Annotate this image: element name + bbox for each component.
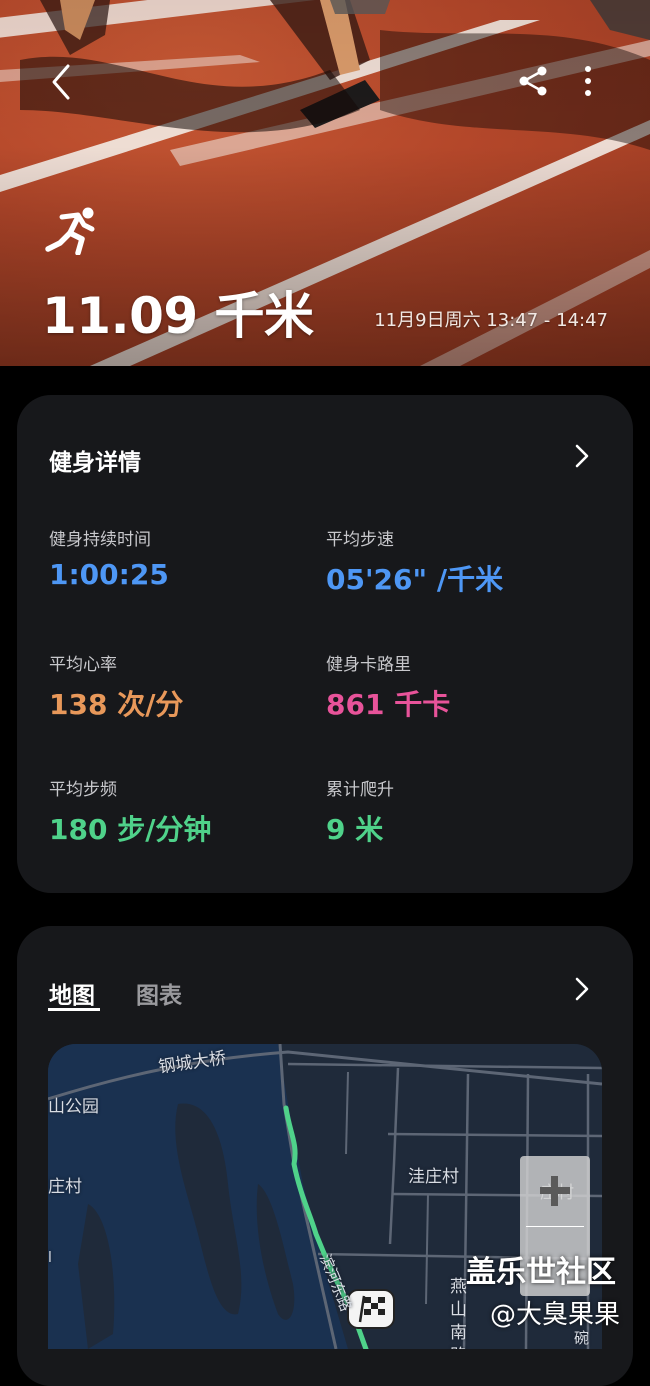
map-label-village-mid: 洼庄村 — [408, 1167, 459, 1187]
stat-label: 平均心率 — [49, 655, 117, 675]
stat-duration: 健身持续时间 1:00:25 — [49, 525, 169, 591]
running-person-icon — [45, 207, 95, 255]
stat-value: 05'26" /千米 — [326, 563, 504, 596]
distance-value: 11.09 千米 — [42, 287, 314, 345]
chevron-right-icon[interactable] — [573, 976, 591, 1002]
checkered-flag-icon — [347, 1289, 395, 1329]
active-tab-indicator — [48, 1008, 100, 1011]
chevron-right-icon[interactable] — [573, 443, 591, 469]
stat-label: 健身持续时间 — [49, 530, 151, 550]
map-label-edge: l — [48, 1250, 52, 1266]
stat-value: 180 步/分钟 — [49, 813, 212, 846]
back-chevron-icon[interactable] — [44, 62, 78, 102]
map-label-park: 山公园 — [48, 1097, 99, 1117]
stat-elevation-gain: 累计爬升 9 米 — [326, 775, 394, 848]
stat-label: 平均步频 — [49, 780, 117, 800]
workout-details-card[interactable]: 健身详情 健身持续时间 1:00:25 平均步速 05'26" /千米 平均心率… — [17, 395, 633, 893]
stat-avg-cadence: 平均步频 180 步/分钟 — [49, 775, 211, 848]
stat-label: 健身卡路里 — [326, 655, 411, 675]
stat-label: 平均步速 — [326, 530, 394, 550]
stat-value: 138 次/分 — [49, 688, 184, 721]
details-card-title: 健身详情 — [49, 450, 141, 476]
watermark-author: @大臭果果 — [490, 1300, 621, 1330]
tab-map[interactable]: 地图 — [49, 976, 95, 1010]
stat-value: 9 米 — [326, 813, 384, 846]
more-vertical-icon[interactable] — [576, 64, 600, 98]
stat-avg-pace: 平均步速 05'26" /千米 — [326, 525, 503, 598]
plus-icon[interactable] — [520, 1156, 590, 1226]
workout-timespan: 11月9日周六 13:47 - 14:47 — [374, 310, 608, 331]
workout-hero-banner: 11.09 千米 11月9日周六 13:47 - 14:47 — [0, 0, 650, 366]
share-icon[interactable] — [516, 64, 550, 98]
stat-value: 861 千卡 — [326, 688, 451, 721]
stat-label: 累计爬升 — [326, 780, 394, 800]
stat-calories: 健身卡路里 861 千卡 — [326, 650, 450, 723]
watermark-community: 盖乐世社区 — [466, 1255, 616, 1290]
stat-value: 1:00:25 — [49, 558, 169, 591]
stat-avg-heart-rate: 平均心率 138 次/分 — [49, 650, 183, 723]
map-label-village-left: 庄村 — [48, 1177, 82, 1197]
tab-chart[interactable]: 图表 — [136, 976, 182, 1010]
